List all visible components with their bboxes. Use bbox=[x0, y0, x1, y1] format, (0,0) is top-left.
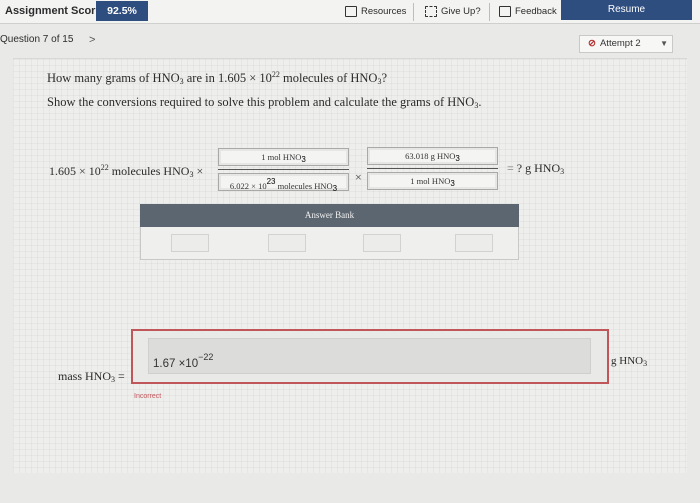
fraction2-bar bbox=[367, 168, 498, 169]
no-entry-icon: ⊘ bbox=[588, 38, 596, 49]
answer-bank-slot[interactable] bbox=[268, 234, 306, 252]
fraction2-numerator-slot[interactable]: 63.018 g HNO3 bbox=[367, 147, 498, 165]
instruction-text: Show the conversions required to solve t… bbox=[47, 95, 482, 110]
answer-bank-slot[interactable] bbox=[363, 234, 401, 252]
fraction1-numerator-slot[interactable]: 1 mol HNO3 bbox=[218, 148, 349, 166]
resources-label: Resources bbox=[361, 6, 407, 17]
answer-input[interactable] bbox=[148, 338, 591, 374]
next-question-arrow[interactable]: > bbox=[89, 34, 95, 46]
answer-bank-slot[interactable] bbox=[455, 234, 493, 252]
answer-unit: g HNO3 bbox=[611, 355, 648, 368]
question-counter: Question 7 of 15 bbox=[0, 34, 74, 45]
multiply-sign: × bbox=[355, 170, 362, 184]
result-expression: = ? g HNO3 bbox=[507, 161, 565, 176]
attempt-label: Attempt 2 bbox=[599, 38, 641, 49]
fraction2-denominator-slot[interactable]: 1 mol HNO3 bbox=[367, 172, 498, 190]
resume-button[interactable]: Resume bbox=[561, 0, 692, 20]
assignment-score-badge: 92.5% bbox=[96, 1, 148, 21]
incorrect-status: Incorrect bbox=[134, 393, 162, 400]
resources-button[interactable]: Resources bbox=[345, 3, 406, 20]
give-up-label: Give Up? bbox=[441, 6, 481, 17]
give-up-icon bbox=[425, 6, 437, 17]
answer-value: 1.67 ×10−22 bbox=[153, 352, 214, 370]
question-panel bbox=[13, 58, 687, 473]
answer-field[interactable]: 1.67 ×10−22 bbox=[131, 329, 609, 384]
answer-bank-slot[interactable] bbox=[171, 234, 209, 252]
attempt-dropdown[interactable]: ⊘ Attempt 2 ▼ bbox=[579, 35, 673, 53]
feedback-label: Feedback bbox=[515, 6, 557, 17]
chevron-down-icon: ▼ bbox=[660, 39, 668, 48]
feedback-icon bbox=[499, 6, 511, 17]
fraction1-denominator-slot[interactable]: 6.022 × 1023 molecules HNO3 bbox=[218, 173, 349, 193]
toolbar-divider bbox=[413, 3, 414, 21]
answer-bank bbox=[140, 227, 519, 260]
answer-bank-header: Answer Bank bbox=[140, 204, 519, 227]
top-bar: Assignment Score: 92.5% Resources Give U… bbox=[0, 0, 700, 24]
assignment-score-label: Assignment Score: bbox=[5, 5, 106, 17]
folder-icon bbox=[345, 6, 357, 17]
toolbar-divider bbox=[489, 3, 490, 21]
mass-label: mass HNO3 = bbox=[58, 369, 125, 384]
fraction1-bar bbox=[218, 169, 349, 170]
give-up-button[interactable]: Give Up? bbox=[425, 3, 481, 20]
starting-quantity: 1.605 × 1022 molecules HNO3 × bbox=[49, 163, 204, 179]
question-text: How many grams of HNO3 are in 1.605 × 10… bbox=[47, 70, 388, 86]
feedback-button[interactable]: Feedback bbox=[499, 3, 557, 20]
